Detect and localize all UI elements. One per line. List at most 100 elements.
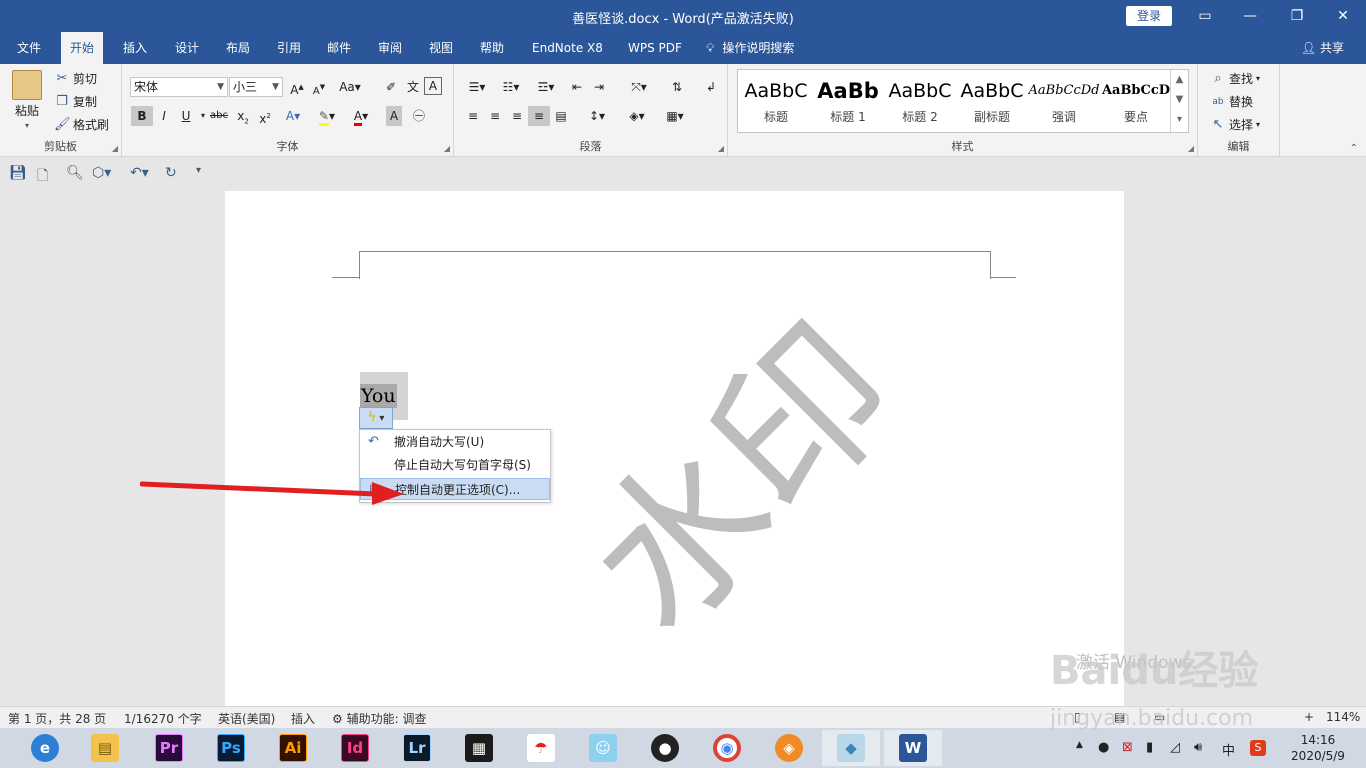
taskbar-app-illustrator[interactable]: Ai [264,730,322,766]
find-button[interactable]: ⌕ 查找 ▾ [1210,70,1260,87]
draw-icon[interactable]: ⬡▾ [92,165,111,181]
wifi-icon[interactable]: ◿ [1170,740,1180,755]
taskbar-app-word[interactable]: W [884,730,942,766]
taskbar-app-lightroom[interactable]: Lr [388,730,446,766]
accessibility-checker[interactable]: ⚙︎ 辅助功能: 调查 [332,710,426,727]
justify-icon[interactable]: ≡ [528,106,550,126]
restore-button[interactable]: ❐ [1280,4,1314,28]
clear-formatting-icon[interactable]: ✐ [380,77,402,97]
tray-battery-icon[interactable]: ▮ [1146,740,1153,755]
word-count[interactable]: 1/16270 个字 [124,710,202,727]
line-spacing-button[interactable]: ↕▾ [582,106,612,126]
highlight-button[interactable]: ✎▾ [316,106,338,126]
taskbar-app-indesign[interactable]: Id [326,730,384,766]
tab-help[interactable]: 帮助 [471,32,513,64]
replace-button[interactable]: ab 替换 [1210,93,1253,110]
align-center-icon[interactable]: ≡ [484,106,506,126]
text-effects-button[interactable]: A▾ [282,106,304,126]
close-button[interactable]: ✕ [1326,4,1360,28]
tab-wps-pdf[interactable]: WPS PDF [619,32,691,64]
shading-button[interactable]: ◈▾ [622,106,652,126]
taskbar-app-umbrella[interactable]: ☂ [512,730,570,766]
taskbar-app-video[interactable]: ▦ [450,730,508,766]
copy-button[interactable]: ❐ 复制 [54,93,97,110]
style-heading-1[interactable]: AaBb 标题 1 [812,74,884,130]
taskbar-app-photoshop[interactable]: Ps [202,730,260,766]
undo-auto-capitalize[interactable]: ↶ 撤消自动大写(U) [360,431,550,453]
style-subtitle[interactable]: AaBbC 副标题 [956,74,1028,130]
taskbar-app-player[interactable]: ◈ [760,730,818,766]
share-button[interactable]: 👤︎ 共享 [1301,32,1344,64]
chevron-down-icon[interactable]: ▼ [1171,90,1188,110]
ime-indicator[interactable]: 中 [1222,740,1235,759]
style-title[interactable]: AaBbC 标题 [740,74,812,130]
style-strong[interactable]: AaBbCcD 要点 [1100,74,1172,130]
new-document-icon[interactable]: 🗋︎ [37,165,48,189]
taskbar-app-premiere[interactable]: Pr [140,730,198,766]
shrink-font-button[interactable]: A▼ [308,77,330,97]
subscript-button[interactable]: x2 [232,106,254,126]
clock[interactable]: 14:16 2020/5/9 [1288,732,1348,764]
char-shading-icon[interactable]: A [386,106,402,126]
tab-home[interactable]: 开始 [61,32,104,64]
change-case-button[interactable]: Aa▾ [336,77,364,97]
tab-layout[interactable]: 布局 [217,32,259,64]
chinese-layout-button[interactable]: ⤧▾ [624,77,654,97]
page-count[interactable]: 第 1 页，共 28 页 [8,710,106,727]
sort-icon[interactable]: ⇅ [666,77,688,97]
font-name-combo[interactable]: 宋体 ▼ [130,77,228,97]
tell-me-search[interactable]: 💡︎ 操作说明搜索 [706,32,794,64]
taskbar-app-browser[interactable]: e [16,730,74,766]
bullets-button[interactable]: ☰▾ [462,77,492,97]
font-size-combo[interactable]: 小三 ▼ [229,77,283,97]
multilevel-list-button[interactable]: ☲▾ [530,77,562,97]
print-preview-icon[interactable]: 🔍︎ [66,165,84,181]
phonetic-guide-icon[interactable]: 文 [402,77,424,97]
taskbar-app-qq[interactable]: ● [636,730,694,766]
grow-font-button[interactable]: A▲ [286,77,308,97]
clipboard-launcher-icon[interactable]: ◢ [112,144,118,153]
paragraph-launcher-icon[interactable]: ◢ [718,144,724,153]
tray-qq-icon[interactable]: ● [1098,740,1109,755]
superscript-button[interactable]: x2 [254,106,276,126]
style-heading-2[interactable]: AaBbC 标题 2 [884,74,956,130]
styles-launcher-icon[interactable]: ◢ [1188,144,1194,153]
font-color-button[interactable]: A▾ [350,106,372,126]
format-painter-button[interactable]: 🖌︎ 格式刷 [54,116,109,133]
char-border-icon[interactable]: A [424,77,442,95]
volume-icon[interactable]: 🔊︎ [1194,740,1202,755]
sogou-ime-icon[interactable]: S [1250,740,1266,756]
italic-button[interactable]: I [153,106,175,126]
insert-mode[interactable]: 插入 [291,710,315,727]
tab-endnote[interactable]: EndNote X8 [523,32,612,64]
select-button[interactable]: ↖ 选择 ▾ [1210,116,1260,133]
chevron-up-icon[interactable]: ▲ [1171,70,1188,90]
document-page[interactable]: 水印 You ϟ ▾ ↶撤消自动大写(U) 停止自动大写句首字母(S) ▤控制自… [225,191,1124,706]
strikethrough-button[interactable]: abc [208,106,230,126]
tab-insert[interactable]: 插入 [114,32,156,64]
style-emphasis[interactable]: AaBbCcDd 强调 [1028,74,1100,130]
distributed-icon[interactable]: ▤ [550,106,572,126]
minimize-button[interactable]: — [1233,4,1267,28]
paste-button[interactable]: 粘贴 ▾ [12,70,42,130]
redo-icon[interactable]: ↻ [165,165,177,181]
taskbar-app-cartoon[interactable]: ☺ [574,730,632,766]
undo-icon[interactable]: ↶▾ [130,165,149,181]
taskbar-app-chrome[interactable]: ◉ [698,730,756,766]
enclose-char-icon[interactable]: ㊀ [408,106,430,126]
zoom-level[interactable]: 114% [1326,710,1360,724]
tab-file[interactable]: 文件 [8,32,50,64]
save-icon[interactable]: 💾︎ [9,165,27,181]
selected-word[interactable]: You [360,384,397,408]
tab-review[interactable]: 审阅 [369,32,411,64]
taskbar-app-notes[interactable]: ◆ [822,730,880,766]
increase-indent-icon[interactable]: ⇥ [588,77,610,97]
tab-references[interactable]: 引用 [268,32,310,64]
borders-button[interactable]: ▦▾ [660,106,690,126]
cut-button[interactable]: ✂ 剪切 [54,70,97,87]
ribbon-display-icon[interactable]: ▭ [1188,4,1222,28]
tab-view[interactable]: 视图 [420,32,462,64]
autocorrect-options-button[interactable]: ϟ ▾ [359,407,393,429]
tray-network-icon[interactable]: ⊠ [1122,740,1133,755]
decrease-indent-icon[interactable]: ⇤ [566,77,588,97]
